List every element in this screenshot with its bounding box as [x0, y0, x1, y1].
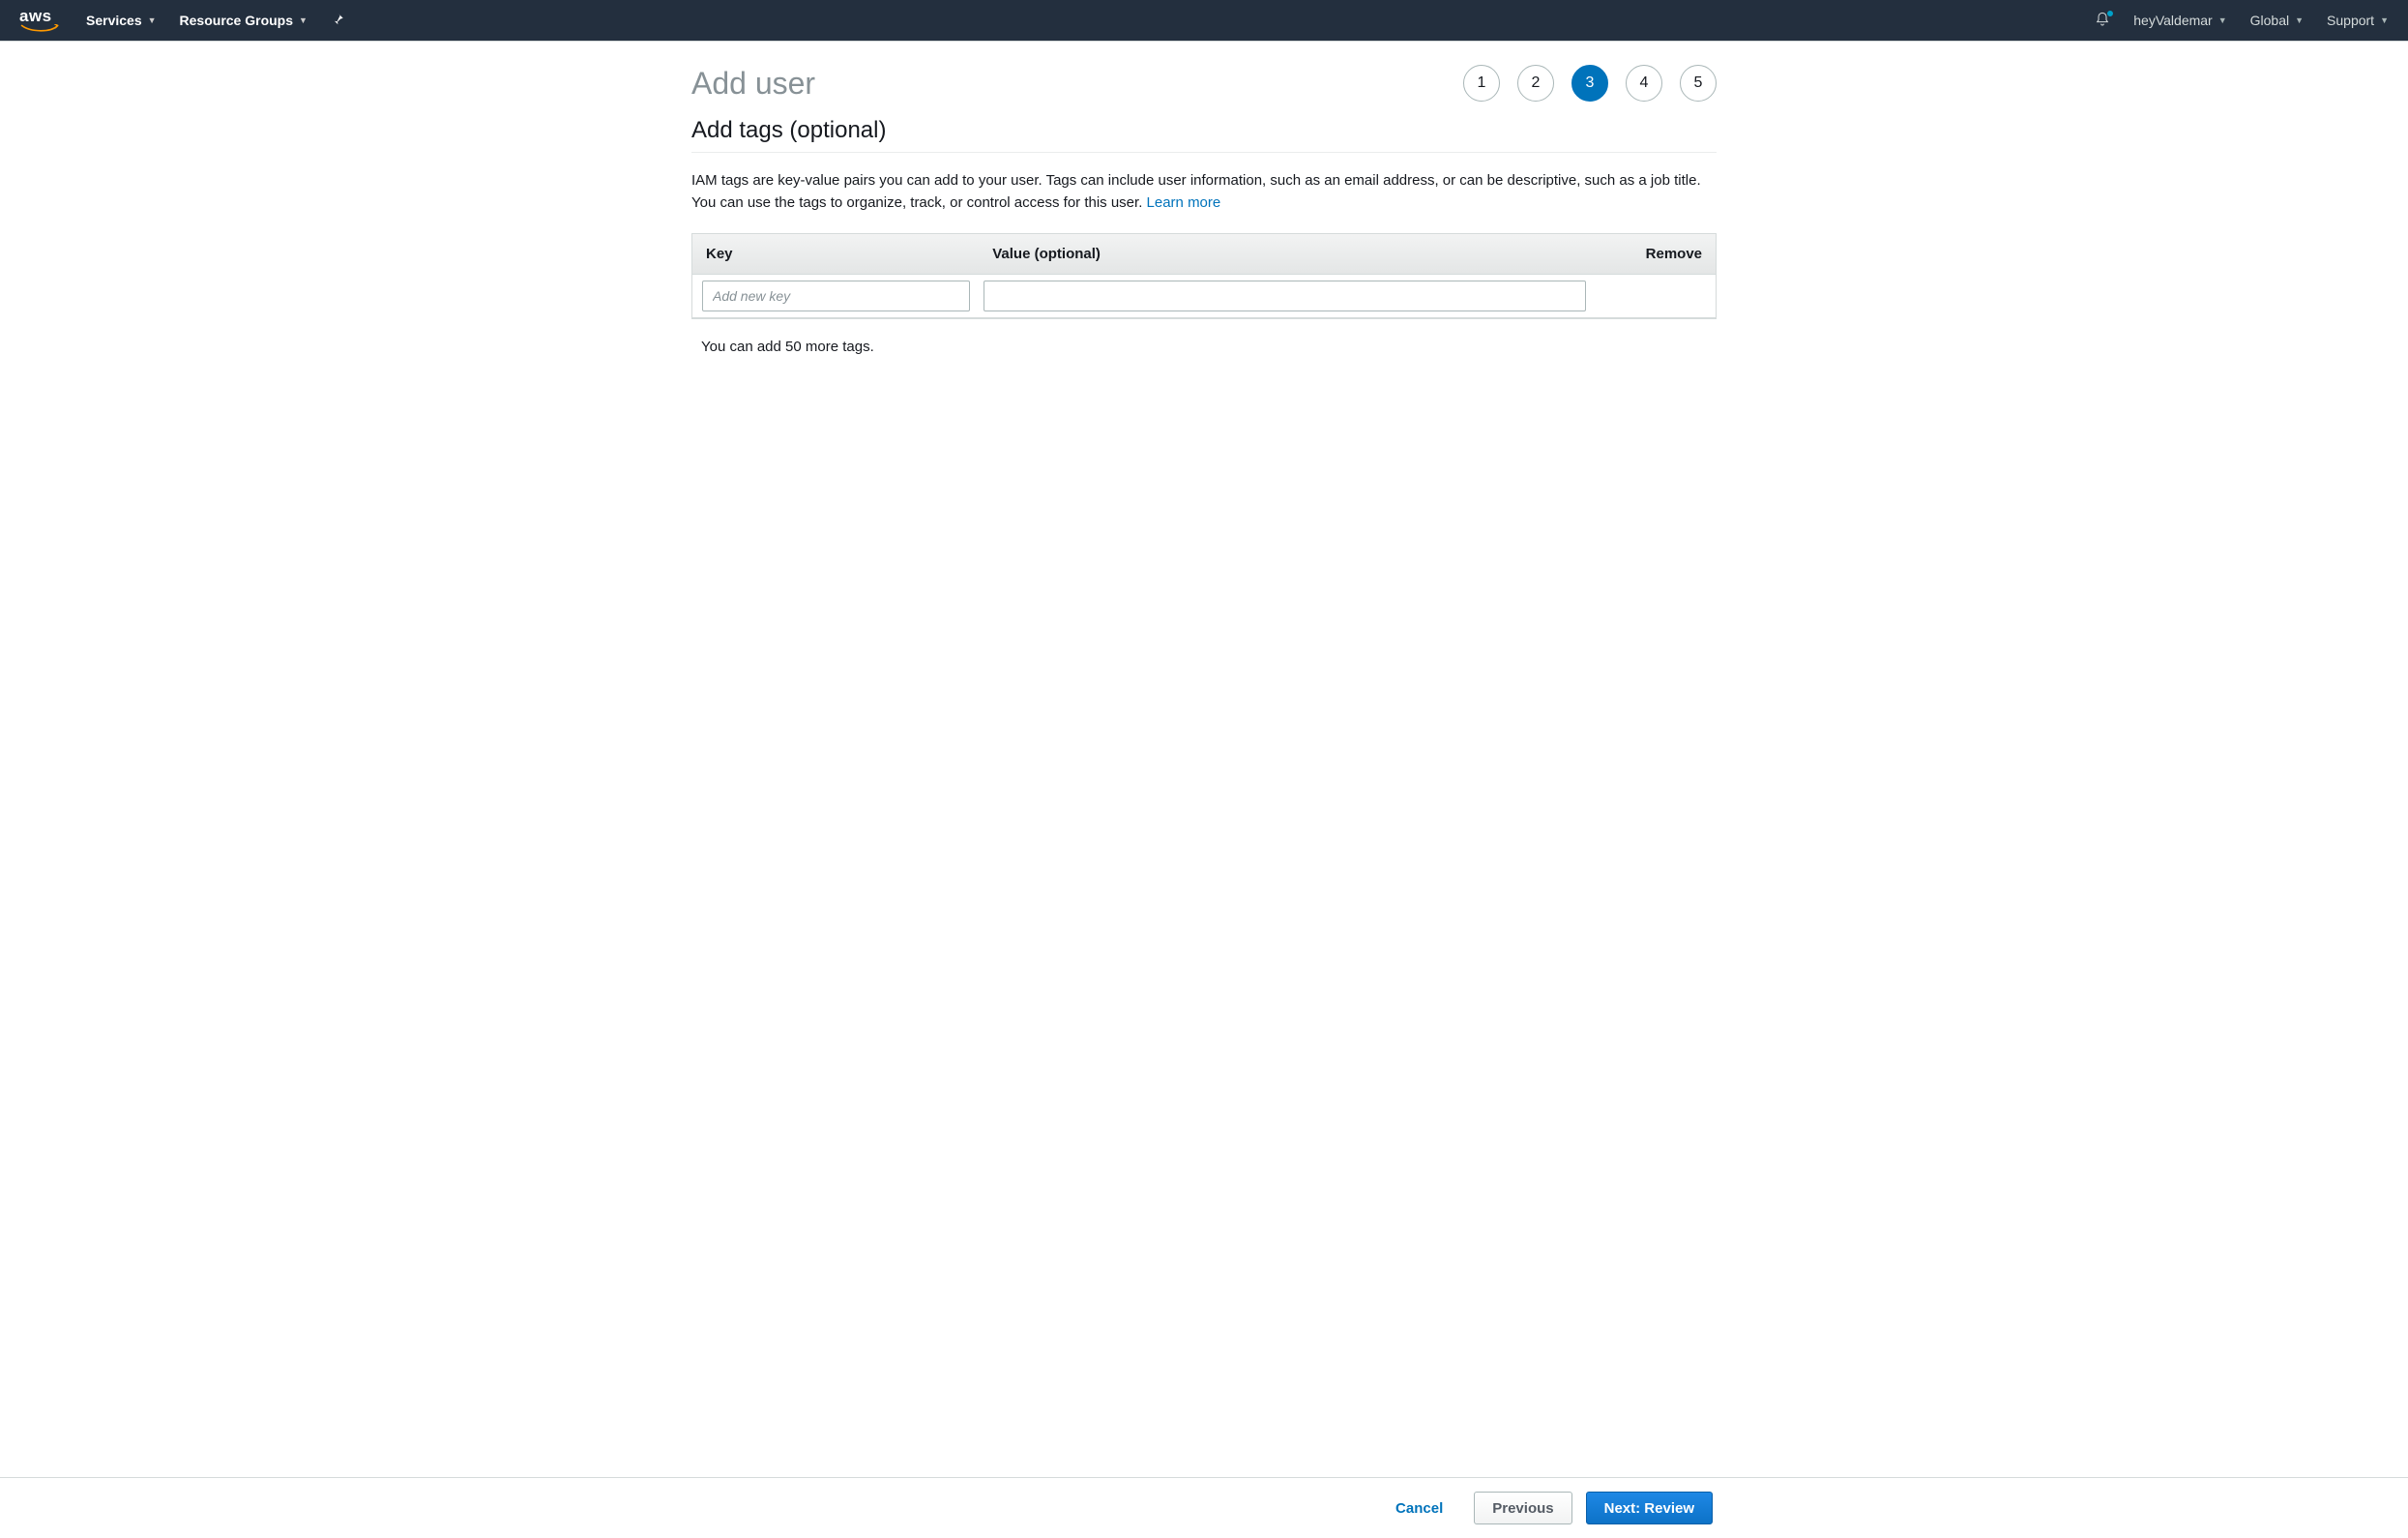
title-row: Add user 1 2 3 4 5 [691, 65, 1717, 117]
next-review-button[interactable]: Next: Review [1586, 1492, 1713, 1524]
chevron-down-icon: ▼ [2218, 15, 2227, 25]
tag-table: Key Value (optional) Remove [691, 233, 1717, 318]
top-nav-left: aws Services ▼ Resource Groups ▼ [19, 8, 2095, 34]
col-header-remove: Remove [1609, 234, 1716, 274]
tags-remaining-text: You can add 50 more tags. [691, 319, 1717, 355]
aws-logo[interactable]: aws [19, 8, 63, 34]
learn-more-link[interactable]: Learn more [1147, 194, 1221, 211]
footer-inner: Cancel Previous Next: Review [691, 1492, 1717, 1524]
wizard-steps: 1 2 3 4 5 [1463, 65, 1717, 102]
nav-services-label: Services [86, 13, 142, 28]
top-nav: aws Services ▼ Resource Groups ▼ hey [0, 0, 2408, 41]
section-heading: Add tags (optional) [691, 117, 1717, 153]
page-title: Add user [691, 66, 815, 102]
nav-services[interactable]: Services ▼ [86, 13, 157, 28]
notifications-button[interactable] [2095, 12, 2110, 30]
tag-key-input[interactable] [702, 281, 970, 311]
step-5[interactable]: 5 [1680, 65, 1717, 102]
step-4[interactable]: 4 [1626, 65, 1662, 102]
step-3[interactable]: 3 [1571, 65, 1608, 102]
nav-region[interactable]: Global ▼ [2250, 13, 2304, 28]
footer-bar: Cancel Previous Next: Review [0, 1477, 2408, 1538]
notification-dot-icon [2106, 10, 2114, 17]
step-1[interactable]: 1 [1463, 65, 1500, 102]
nav-region-label: Global [2250, 13, 2289, 28]
chevron-down-icon: ▼ [2295, 15, 2304, 25]
tag-row [692, 275, 1716, 317]
col-header-value: Value (optional) [979, 234, 1609, 274]
nav-account-label: heyValdemar [2133, 13, 2212, 28]
step-2[interactable]: 2 [1517, 65, 1554, 102]
nav-support-label: Support [2327, 13, 2374, 28]
aws-smile-icon [19, 24, 63, 34]
previous-button[interactable]: Previous [1474, 1492, 1571, 1524]
col-header-key: Key [692, 234, 979, 274]
chevron-down-icon: ▼ [2380, 15, 2389, 25]
nav-resource-groups[interactable]: Resource Groups ▼ [180, 13, 308, 28]
tag-value-input[interactable] [984, 281, 1586, 311]
chevron-down-icon: ▼ [148, 15, 157, 25]
nav-account[interactable]: heyValdemar ▼ [2133, 13, 2226, 28]
tag-table-header: Key Value (optional) Remove [692, 234, 1716, 275]
chevron-down-icon: ▼ [299, 15, 308, 25]
section-description: IAM tags are key-value pairs you can add… [691, 153, 1717, 233]
nav-resource-groups-label: Resource Groups [180, 13, 293, 28]
aws-logo-text: aws [19, 8, 52, 24]
cancel-button[interactable]: Cancel [1378, 1492, 1460, 1524]
main-container: Add user 1 2 3 4 5 Add tags (optional) I… [691, 42, 1717, 355]
nav-support[interactable]: Support ▼ [2327, 13, 2389, 28]
top-nav-right: heyValdemar ▼ Global ▼ Support ▼ [2095, 12, 2389, 30]
pin-icon[interactable] [331, 13, 344, 29]
